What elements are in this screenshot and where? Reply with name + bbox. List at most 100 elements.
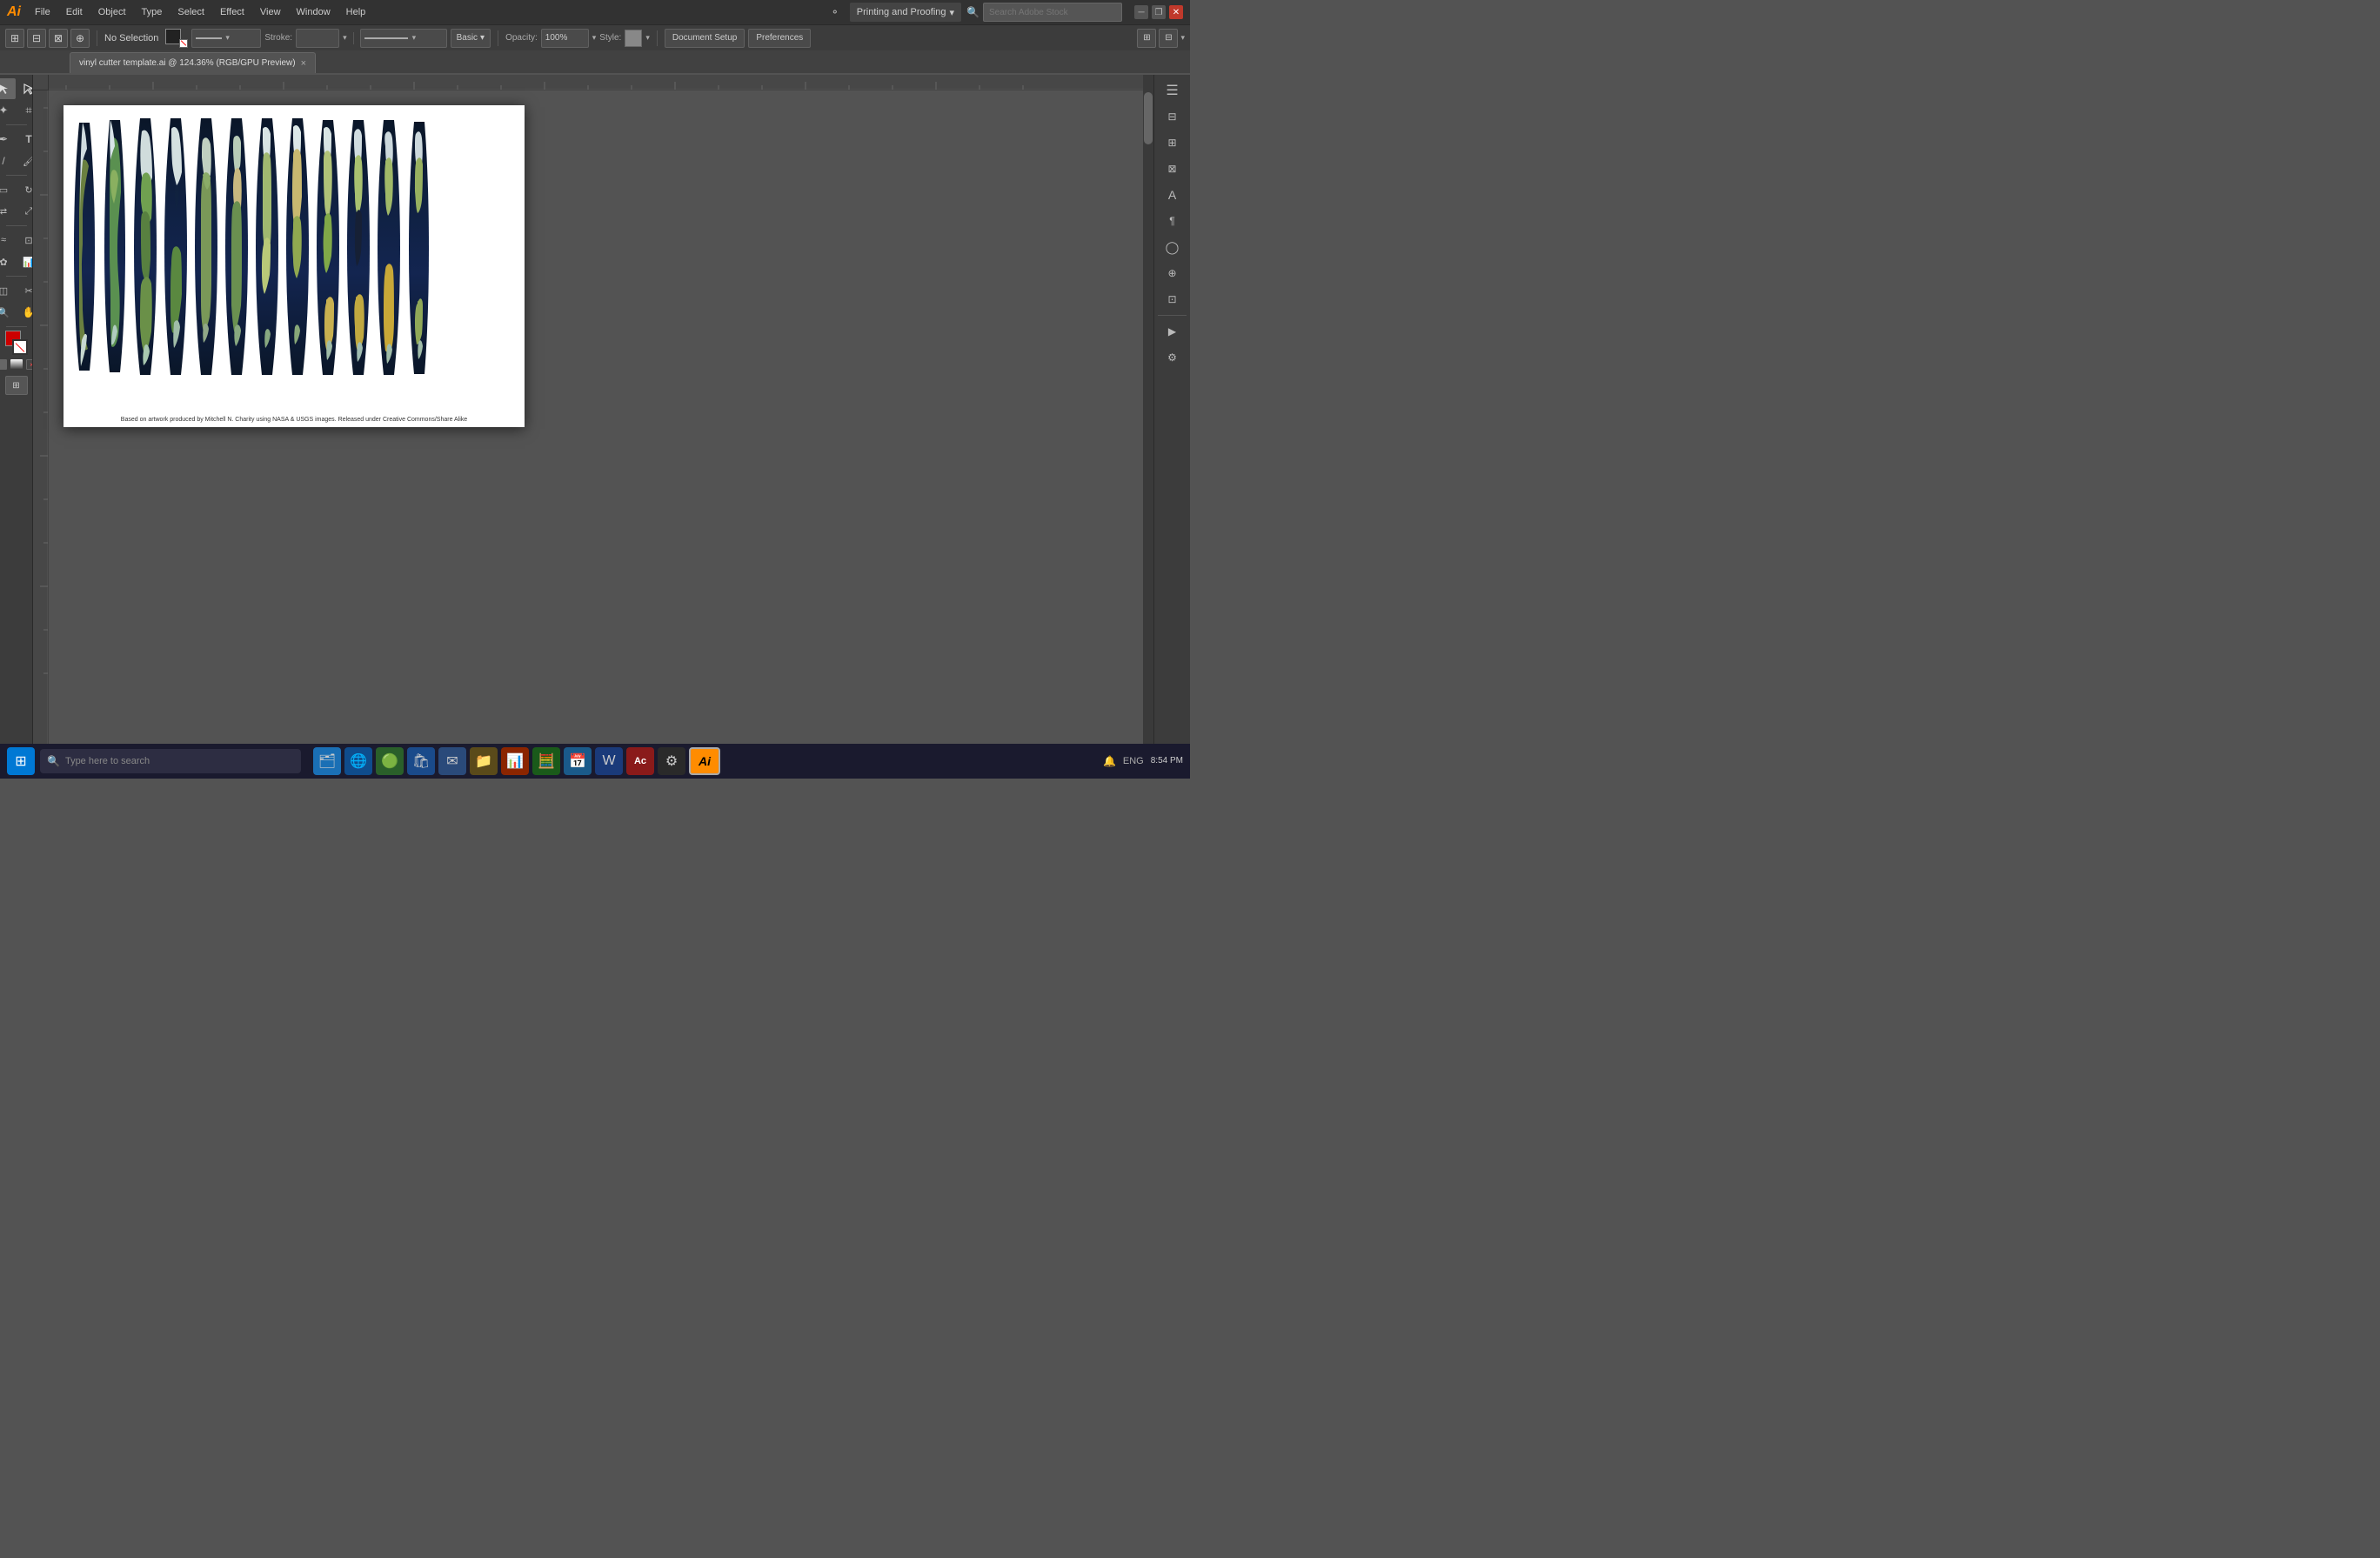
right-panel-btn-5[interactable]: A	[1159, 183, 1187, 207]
right-panel-btn-9[interactable]: ⊡	[1159, 287, 1187, 311]
restore-button[interactable]: ❐	[1152, 5, 1166, 19]
align-icon-1[interactable]: ⊞	[1137, 29, 1156, 48]
taskbar-app-settings[interactable]: ⚙	[658, 747, 685, 775]
printing-proofing-dropdown[interactable]: Printing and Proofing ▾	[850, 3, 961, 22]
none-btn[interactable]: ×	[26, 359, 34, 370]
rotate-tool[interactable]: ↻	[17, 179, 33, 200]
taskbar-search[interactable]: 🔍 Type here to search	[40, 749, 301, 773]
vertical-scroll-thumb[interactable]	[1144, 92, 1153, 144]
taskbar-app-email[interactable]: ✉	[438, 747, 466, 775]
brush-tool[interactable]: 🖌	[17, 150, 33, 171]
opacity-dropdown[interactable]: ▾	[592, 33, 597, 43]
taskbar-app-explorer[interactable]: 🗂	[313, 747, 341, 775]
symbol-tool[interactable]: ✿	[0, 251, 16, 272]
toolbar-icon-1[interactable]: ⊞	[5, 29, 24, 48]
line-tool[interactable]: /	[0, 150, 16, 171]
vertical-scrollbar[interactable]	[1143, 75, 1153, 746]
taskbar-app-calendar[interactable]: 📅	[564, 747, 592, 775]
menu-file[interactable]: File	[28, 4, 57, 20]
toolbar-tools-section: ⊞ ⊟ ⊠ ⊕	[5, 29, 90, 48]
minimize-button[interactable]: ─	[1134, 5, 1148, 19]
doc-tab-bar: vinyl cutter template.ai @ 124.36% (RGB/…	[0, 50, 1190, 75]
more-dropdown[interactable]: ▾	[1180, 33, 1185, 43]
canvas-area[interactable]: Based on artwork produced by Mitchell N.…	[33, 75, 1153, 757]
menu-help[interactable]: Help	[339, 4, 373, 20]
lasso-tool[interactable]: ⌗	[17, 100, 33, 121]
reflect-tool[interactable]: ⇄	[0, 201, 16, 222]
right-panel-btn-8[interactable]: ⊕	[1159, 261, 1187, 285]
search-stock-area: 🔍	[966, 3, 1122, 22]
taskbar-language[interactable]: ENG	[1123, 756, 1144, 766]
gradient-btn[interactable]	[10, 359, 23, 370]
taskbar-app-calc[interactable]: 🧮	[532, 747, 560, 775]
stroke-box[interactable]	[12, 339, 28, 355]
right-panel-btn-6[interactable]: ¶	[1159, 209, 1187, 233]
pen-tool[interactable]: ✒	[0, 129, 16, 150]
right-panel-btn-11[interactable]: ⚙	[1159, 345, 1187, 370]
right-panel-btn-2[interactable]: ⊟	[1159, 104, 1187, 129]
menu-view[interactable]: View	[253, 4, 288, 20]
zoom-tool[interactable]: 🔍	[0, 302, 16, 323]
stroke-value-input[interactable]	[296, 29, 339, 48]
right-panel-btn-7[interactable]: ◯	[1159, 235, 1187, 259]
taskbar-ai-app[interactable]: Ai	[689, 747, 720, 775]
menu-window[interactable]: Window	[290, 4, 338, 20]
graph-tool[interactable]: 📊	[17, 251, 33, 272]
right-panel-btn-1[interactable]: ☰	[1159, 78, 1187, 103]
stroke-unit-dropdown[interactable]: ▾	[343, 33, 347, 43]
fill-swatch[interactable]	[165, 29, 188, 48]
taskbar-search-placeholder: Type here to search	[65, 756, 150, 766]
profile-dropdown[interactable]: ▾	[360, 29, 447, 48]
search-stock-input[interactable]	[983, 3, 1122, 22]
menu-edit[interactable]: Edit	[59, 4, 90, 20]
warp-tool[interactable]: ≈	[0, 230, 16, 251]
direct-selection-tool[interactable]	[17, 78, 33, 99]
right-panel-btn-4[interactable]: ⊠	[1159, 157, 1187, 181]
taskbar-app-edge[interactable]: 🌐	[344, 747, 372, 775]
rectangle-tool[interactable]: ▭	[0, 179, 16, 200]
toolbar-icon-4[interactable]: ⊕	[70, 29, 90, 48]
scale-tool[interactable]: ⤢	[17, 201, 33, 222]
menu-effect[interactable]: Effect	[213, 4, 251, 20]
taskbar-app-chrome[interactable]: 🟢	[376, 747, 404, 775]
doc-tab-close[interactable]: ×	[301, 58, 306, 69]
artboard-nav-btn[interactable]: ⊞	[5, 376, 28, 395]
free-transform-tool[interactable]: ⊡	[17, 230, 33, 251]
preferences-button[interactable]: Preferences	[748, 29, 811, 48]
artboard-tool[interactable]: ◫	[0, 280, 16, 301]
taskbar-app-word[interactable]: W	[595, 747, 623, 775]
start-button[interactable]: ⊞	[7, 747, 35, 775]
selection-tool[interactable]	[0, 78, 16, 99]
taskbar-app-files[interactable]: 📁	[470, 747, 498, 775]
document-tab[interactable]: vinyl cutter template.ai @ 124.36% (RGB/…	[70, 52, 316, 73]
document-setup-button[interactable]: Document Setup	[665, 29, 745, 48]
magic-wand-tool[interactable]: ✦	[0, 100, 16, 121]
solid-color-btn[interactable]	[0, 359, 7, 370]
menu-type[interactable]: Type	[135, 4, 170, 20]
right-panel-btn-3[interactable]: ⊞	[1159, 130, 1187, 155]
menu-object[interactable]: Object	[91, 4, 133, 20]
fill-stroke-area	[3, 331, 30, 355]
taskbar-app-acrobat[interactable]: Ac	[626, 747, 654, 775]
toolbar-icon-3[interactable]: ⊠	[49, 29, 68, 48]
graph-tools: ✿ 📊	[0, 251, 33, 272]
style-swatch[interactable]	[625, 30, 642, 47]
zoom-tools: 🔍 ✋	[0, 302, 33, 323]
toolbar-icon-2[interactable]: ⊟	[27, 29, 46, 48]
hand-tool[interactable]: ✋	[17, 302, 33, 323]
taskbar-app-ppt[interactable]: 📊	[501, 747, 529, 775]
taskbar-app-store[interactable]: 🛍	[407, 747, 435, 775]
menu-select[interactable]: Select	[170, 4, 211, 20]
align-icon-2[interactable]: ⊟	[1159, 29, 1178, 48]
opacity-input[interactable]	[541, 29, 589, 48]
taskbar-notification-icon[interactable]: 🔔	[1103, 755, 1116, 767]
type-tool[interactable]: T	[17, 129, 33, 150]
slice-tool[interactable]: ✂	[17, 280, 33, 301]
right-panel-btn-10[interactable]: ▶	[1159, 319, 1187, 344]
close-button[interactable]: ✕	[1169, 5, 1183, 19]
style-dropdown[interactable]: ▾	[645, 33, 650, 43]
color-mode-buttons: ×	[0, 359, 33, 370]
stroke-dropdown[interactable]: ▾	[191, 29, 261, 48]
ask-icon[interactable]: ⚬	[826, 3, 845, 22]
basic-dropdown[interactable]: Basic ▾	[451, 29, 491, 48]
